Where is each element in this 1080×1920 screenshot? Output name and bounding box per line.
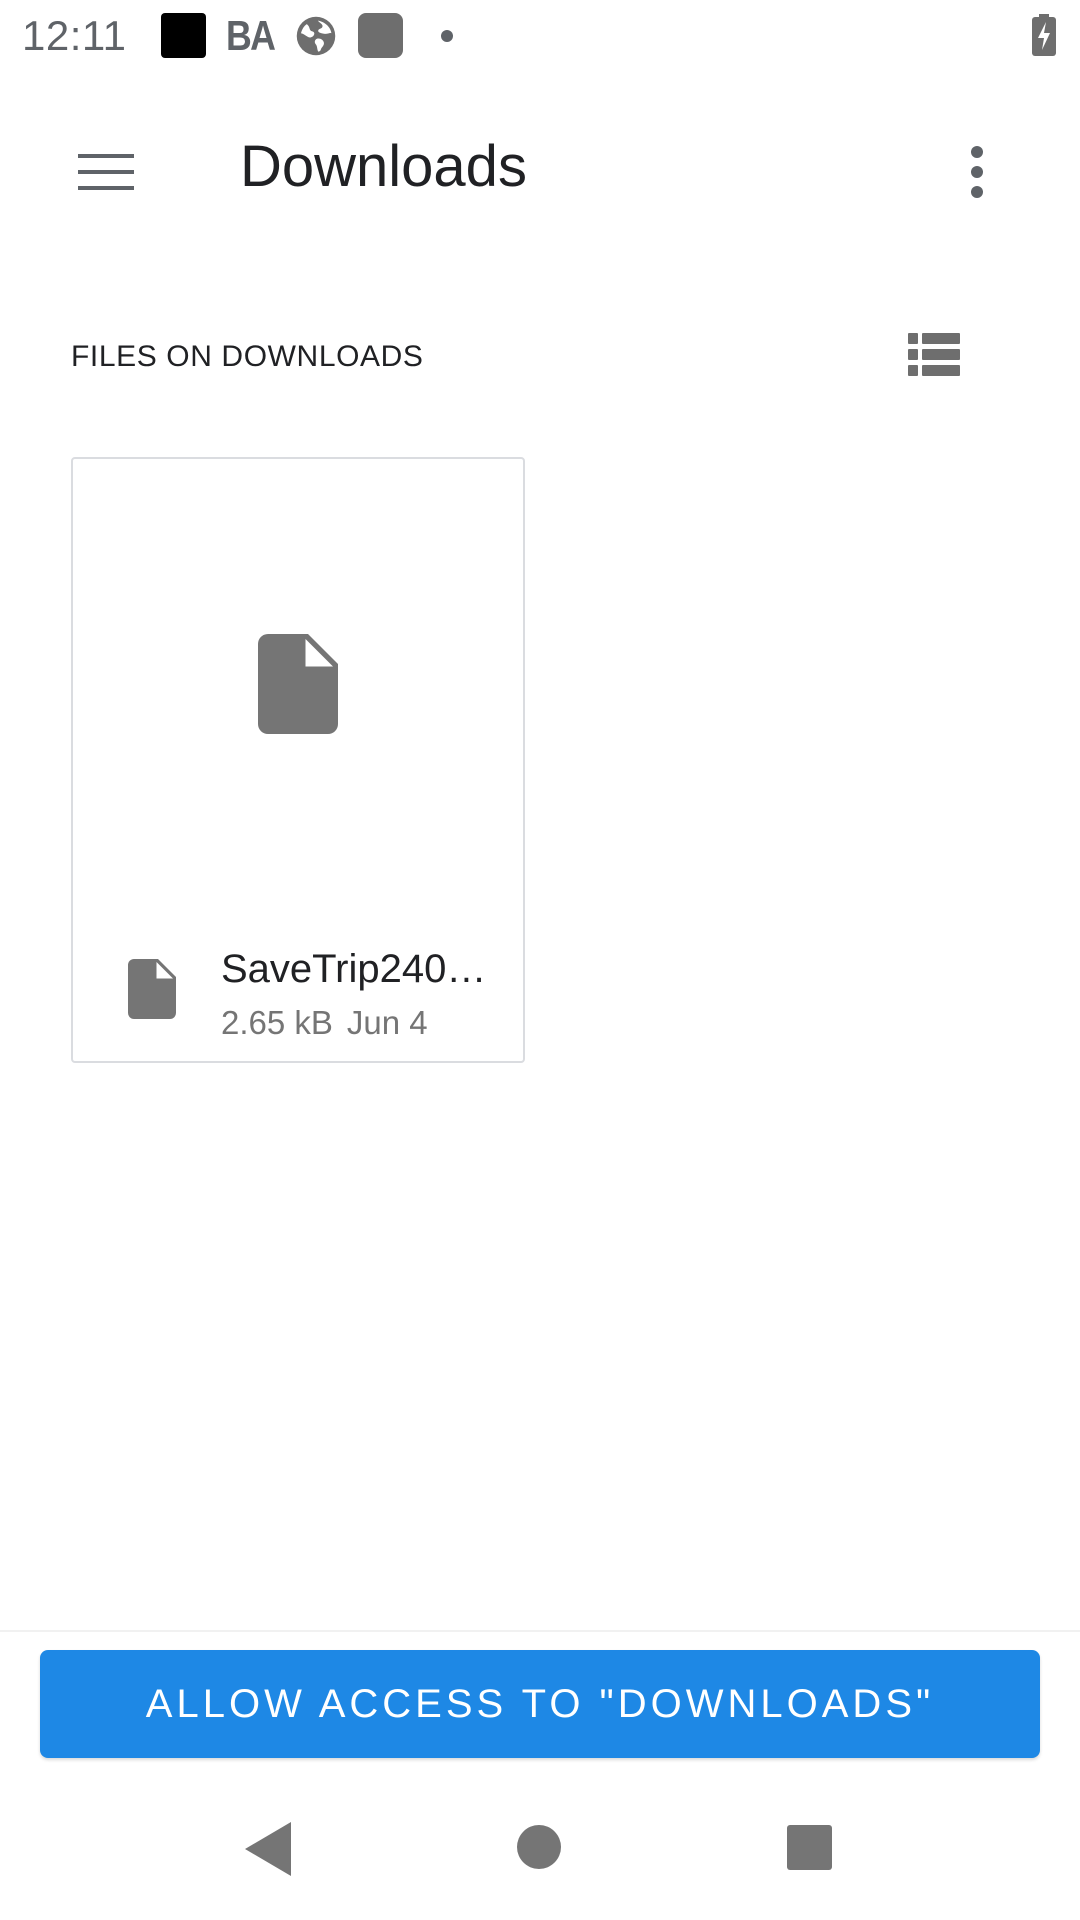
file-meta: 2.65 kB Jun 4 xyxy=(221,1004,428,1042)
allow-access-button[interactable]: ALLOW ACCESS TO "DOWNLOADS" xyxy=(40,1650,1040,1758)
list-view-icon xyxy=(908,333,960,376)
file-thumbnail-icon xyxy=(258,634,338,734)
hamburger-menu-icon xyxy=(78,154,134,190)
status-time: 12:11 xyxy=(22,12,127,59)
more-vert-icon xyxy=(971,146,983,198)
section-title: FILES ON DOWNLOADS xyxy=(71,340,424,373)
battery-charging-icon xyxy=(1032,14,1056,56)
globe-icon xyxy=(296,16,336,56)
bottom-divider xyxy=(0,1630,1080,1632)
recents-nav-icon[interactable] xyxy=(787,1825,832,1870)
file-size: 2.65 kB xyxy=(221,1004,333,1041)
back-nav-icon[interactable] xyxy=(245,1822,291,1876)
page-title: Downloads xyxy=(240,134,527,199)
overflow-menu-button[interactable] xyxy=(945,130,1009,214)
app-notification-icon xyxy=(358,13,403,58)
status-bar: 12:11 BA xyxy=(0,0,1080,74)
notification-square-icon xyxy=(161,13,206,58)
more-notifications-dot-icon xyxy=(441,30,453,42)
menu-button[interactable] xyxy=(64,130,148,214)
list-view-toggle-button[interactable] xyxy=(898,323,970,387)
file-icon xyxy=(128,959,176,1019)
home-nav-icon[interactable] xyxy=(517,1825,561,1869)
file-name: SaveTrip240… xyxy=(221,947,487,991)
file-card[interactable]: SaveTrip240… 2.65 kB Jun 4 xyxy=(71,457,525,1063)
ba-notification-icon: BA xyxy=(226,12,276,59)
file-date: Jun 4 xyxy=(346,1004,428,1041)
